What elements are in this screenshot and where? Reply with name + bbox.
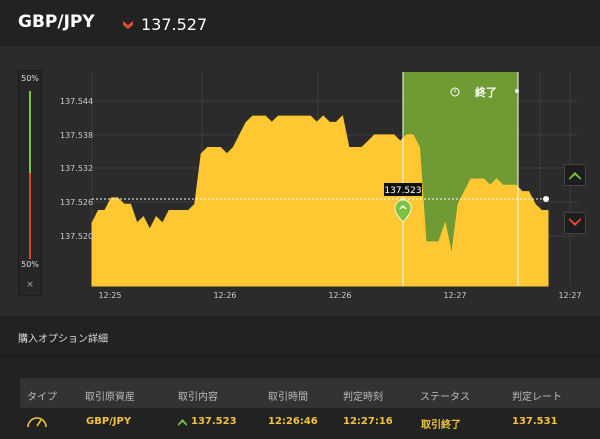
row-judge-time: 12:27:16 (343, 416, 393, 427)
section-title: 購入オプション詳細 (18, 334, 108, 345)
x-tick-label: 12:25 (98, 291, 121, 300)
row-asset: GBP/JPY (86, 416, 132, 427)
th-status: ステータス (420, 392, 470, 403)
low-button[interactable] (564, 212, 586, 234)
y-axis-labels: 137.544 137.538 137.532 137.526 137.520 (60, 97, 93, 241)
expiry-dot (515, 89, 519, 93)
entry-price-label: 137.523 (384, 186, 421, 196)
current-price-dot (543, 196, 549, 202)
th-asset: 取引原資産 (85, 392, 135, 403)
y-tick-label: 137.538 (60, 131, 93, 140)
x-tick-label: 12:26 (213, 291, 236, 300)
y-tick-label: 137.544 (60, 97, 93, 106)
up-chevron-icon (569, 172, 581, 180)
gauge-icon (27, 417, 47, 428)
row-status: 取引終了 (421, 420, 461, 431)
row-rate: 137.531 (512, 416, 558, 427)
x-tick-label: 12:27 (443, 291, 466, 300)
row-content: 137.523 (191, 416, 237, 427)
row-trade-time: 12:26:46 (268, 416, 318, 427)
x-tick-label: 12:27 (558, 291, 581, 300)
th-content: 取引内容 (178, 392, 218, 403)
up-arrow-icon (178, 419, 187, 426)
y-tick-label: 137.526 (60, 198, 93, 207)
high-button[interactable] (564, 164, 586, 186)
x-tick-label: 12:26 (328, 291, 351, 300)
y-tick-label: 137.520 (60, 232, 93, 241)
th-trade-time: 取引時間 (268, 392, 308, 403)
expiry-text: 終了 (475, 85, 497, 99)
th-judge-time: 判定時刻 (343, 392, 383, 403)
th-type: タイプ (27, 392, 57, 403)
section-divider (0, 356, 600, 357)
down-chevron-icon (569, 218, 581, 226)
th-rate: 判定レート (512, 392, 562, 403)
y-tick-label: 137.532 (60, 164, 93, 173)
x-axis-labels: 12:25 12:26 12:26 12:27 12:27 (98, 291, 581, 300)
